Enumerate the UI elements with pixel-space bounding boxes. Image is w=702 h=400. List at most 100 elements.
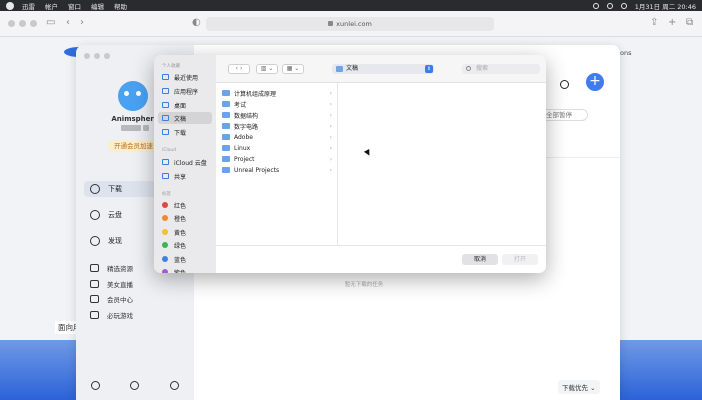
folder-icon xyxy=(222,134,230,140)
status-icon[interactable] xyxy=(592,2,599,9)
nav-download-label: 下载 xyxy=(108,185,122,193)
folder-icon xyxy=(222,90,230,96)
clock-icon xyxy=(162,74,169,80)
app-minimize-button[interactable] xyxy=(94,53,100,59)
macos-menu-bar: 迅雷 帐户 窗口 编辑 帮助 1月31日 周二 20:46 xyxy=(0,0,702,11)
apple-menu-icon[interactable] xyxy=(6,1,14,10)
folder-column: 计算机组成原理 › 考试 › 数据结构 › 数字电路 › Adobe › Linux › P… xyxy=(216,83,338,245)
avatar[interactable] xyxy=(118,81,148,111)
window-zoom-button[interactable] xyxy=(30,20,37,27)
list-item[interactable]: 考试 › xyxy=(222,99,332,109)
sidebar-tag-blue[interactable]: 蓝色 xyxy=(158,253,212,265)
sidebar-item-downloads[interactable]: 下载 xyxy=(158,126,212,138)
sidebar-item-documents[interactable]: 文稿 xyxy=(158,112,212,124)
sidebar-item-desktop[interactable]: 桌面 xyxy=(158,99,212,111)
search-icon xyxy=(466,66,471,71)
chevron-right-icon: › xyxy=(329,166,332,174)
folder-name: 数字电路 xyxy=(234,123,259,131)
sidebar-tag-red[interactable]: 红色 xyxy=(158,199,212,211)
list-item[interactable]: 计算机组成原理 › xyxy=(222,88,332,98)
window-minimize-button[interactable] xyxy=(19,20,26,27)
folder-name: Project xyxy=(234,155,255,163)
menu-bar-clock[interactable]: 1月31日 周二 20:46 xyxy=(635,1,696,11)
location-label: 文稿 xyxy=(346,65,359,72)
cancel-button[interactable]: 取消 xyxy=(462,254,498,265)
tags-header: 标签 xyxy=(162,192,171,197)
back-icon[interactable]: ‹ xyxy=(66,17,70,29)
chevron-right-icon: › xyxy=(329,89,332,97)
nav-member[interactable]: 会员中心 xyxy=(84,291,188,307)
nav-live[interactable]: 美女直播 xyxy=(84,276,188,292)
nav-cloud-label: 云盘 xyxy=(108,211,122,219)
url-text: xunlei.com xyxy=(336,20,372,28)
share-icon[interactable]: ⇪ xyxy=(650,17,658,29)
folder-name: 计算机组成原理 xyxy=(234,90,277,98)
menu-item-help[interactable]: 帮助 xyxy=(114,1,127,11)
back-forward-buttons[interactable]: ‹ › xyxy=(228,64,250,74)
folder-name: 数据结构 xyxy=(234,112,259,120)
list-item[interactable]: Unreal Projects › xyxy=(222,165,332,175)
sidebar-item-applications[interactable]: 应用程序 xyxy=(158,85,212,97)
privacy-icon[interactable]: ◐ xyxy=(192,17,201,29)
folder-icon xyxy=(336,66,343,72)
menu-item-window[interactable]: 窗口 xyxy=(68,1,81,11)
download-priority-dropdown[interactable]: 下载优先 ⌄ xyxy=(558,380,600,394)
moon-icon[interactable] xyxy=(130,381,140,390)
app-zoom-button[interactable] xyxy=(104,53,110,59)
tab-overview-icon[interactable]: ⧉ xyxy=(686,17,693,29)
open-button[interactable]: 打开 xyxy=(502,254,538,265)
gamepad-icon xyxy=(90,311,99,319)
pause-all-button[interactable]: 全部暂停 xyxy=(540,109,588,121)
folder-name: 考试 xyxy=(234,101,247,109)
sidebar-item-recents[interactable]: 最近使用 xyxy=(158,71,212,83)
sidebar-item-shared[interactable]: 共享 xyxy=(158,170,212,182)
crown-icon xyxy=(90,295,99,303)
chevron-updown-icon: ⇕ xyxy=(425,65,433,73)
sidebar-tag-purple[interactable]: 紫色 xyxy=(158,266,212,273)
menu-item-app[interactable]: 迅雷 xyxy=(22,1,35,11)
chevron-right-icon: › xyxy=(329,133,332,141)
chevron-right-icon: › xyxy=(329,100,332,108)
forward-icon[interactable]: › xyxy=(80,17,84,29)
sidebar-item-icloud-drive[interactable]: iCloud 云盘 xyxy=(158,156,212,168)
sidebar-item-label: 最近使用 xyxy=(174,74,199,82)
address-bar[interactable]: xunlei.com xyxy=(206,17,494,31)
tag-label: 蓝色 xyxy=(174,256,187,264)
search-icon[interactable] xyxy=(560,80,569,89)
sidebar-footer xyxy=(76,381,194,390)
tag-dot-icon xyxy=(162,215,168,221)
nav-games[interactable]: 必玩游戏 xyxy=(84,307,188,323)
battery-icon[interactable] xyxy=(620,2,627,9)
headset-icon[interactable] xyxy=(91,381,101,390)
list-item[interactable]: Linux › xyxy=(222,143,332,153)
list-item[interactable]: Project › xyxy=(222,154,332,164)
nav-member-label: 会员中心 xyxy=(107,296,133,304)
sidebar-tag-yellow[interactable]: 黄色 xyxy=(158,226,212,238)
tag-label: 红色 xyxy=(174,202,187,210)
sidebar-tag-orange[interactable]: 橙色 xyxy=(158,212,212,224)
folder-name: Adobe xyxy=(234,133,253,141)
folder-icon xyxy=(222,112,230,118)
list-item[interactable]: 数字电路 › xyxy=(222,121,332,131)
shared-folder-icon xyxy=(162,173,169,179)
app-close-button[interactable] xyxy=(84,53,90,59)
new-tab-icon[interactable]: + xyxy=(668,17,676,29)
list-item[interactable]: Adobe › xyxy=(222,132,332,142)
view-columns-button[interactable]: ▥ ⌄ xyxy=(256,64,278,74)
add-task-button[interactable]: + xyxy=(586,73,604,91)
chevron-right-icon: › xyxy=(329,155,332,163)
location-select[interactable]: 文稿 ⇕ xyxy=(332,64,434,74)
search-field[interactable]: 搜索 xyxy=(462,64,540,74)
settings-gear-icon[interactable] xyxy=(169,381,179,390)
view-grid-button[interactable]: ▦ ⌄ xyxy=(282,64,304,74)
sidebar-toggle-icon[interactable]: ▭ xyxy=(46,17,55,29)
wifi-icon[interactable] xyxy=(606,2,613,9)
sidebar-tag-green[interactable]: 绿色 xyxy=(158,239,212,251)
tag-label: 橙色 xyxy=(174,215,187,223)
download-folder-icon xyxy=(162,129,169,135)
menu-item-account[interactable]: 帐户 xyxy=(45,1,58,11)
page-nav-text[interactable]: ons xyxy=(620,49,631,57)
window-close-button[interactable] xyxy=(8,20,15,27)
menu-item-edit[interactable]: 编辑 xyxy=(91,1,104,11)
list-item[interactable]: 数据结构 › xyxy=(222,110,332,120)
